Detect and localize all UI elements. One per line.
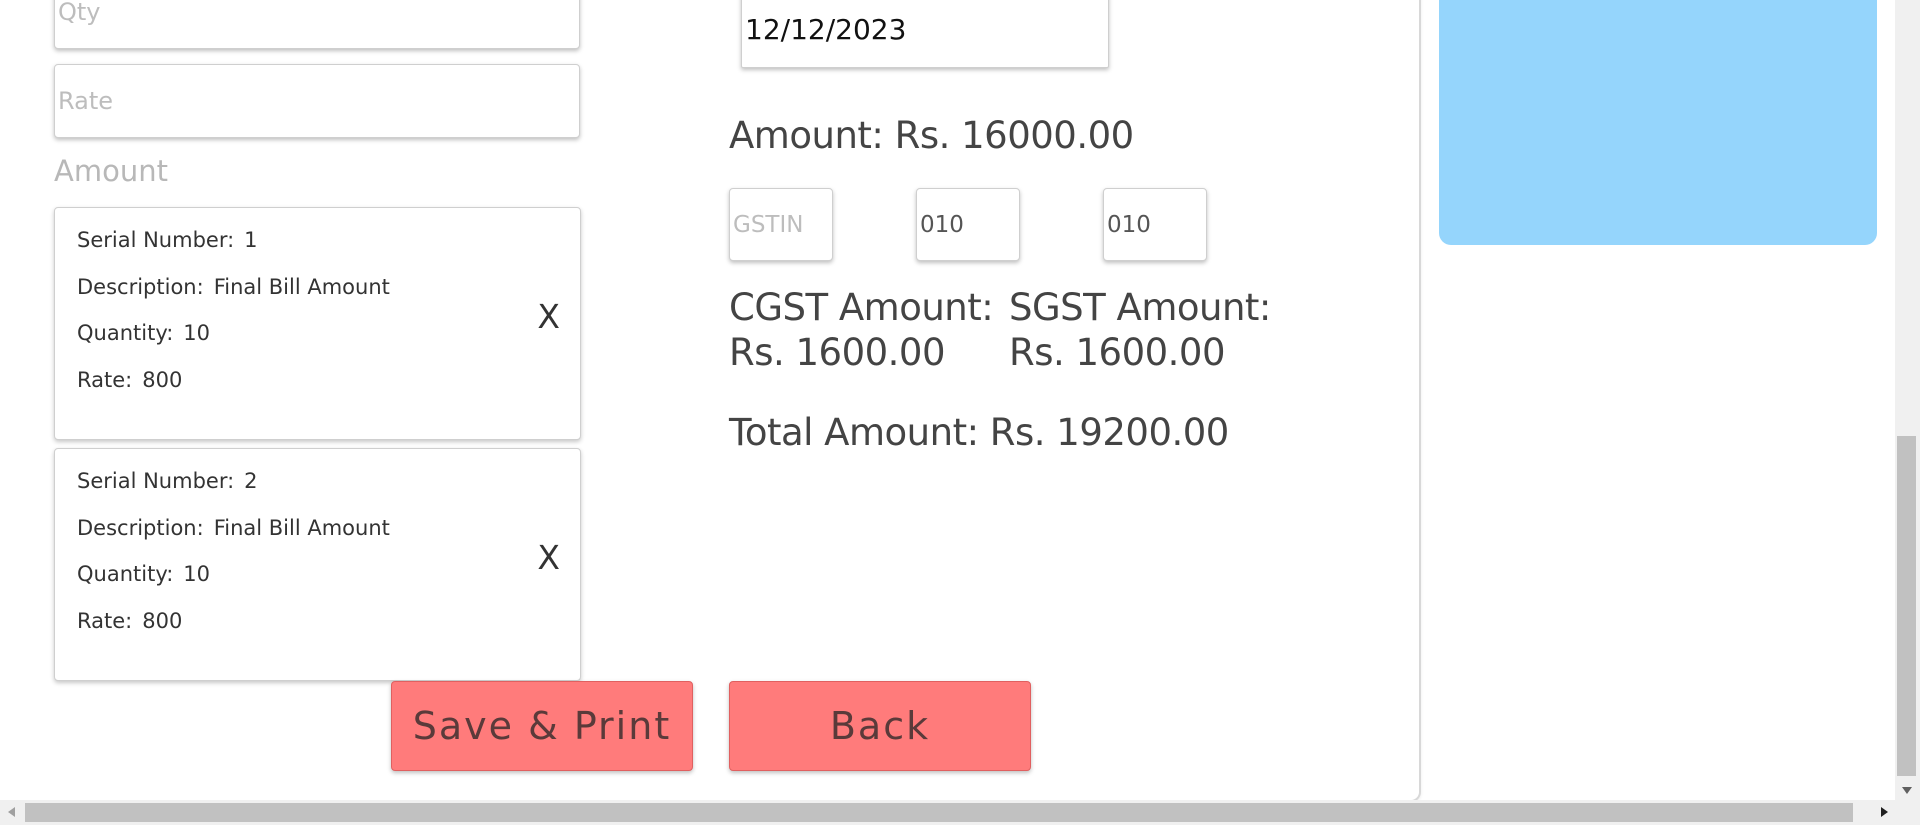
item-rate: Rate: 800	[77, 609, 182, 633]
description-label: Description:	[77, 516, 204, 540]
qty-input[interactable]	[54, 0, 580, 49]
scroll-right-arrow-icon[interactable]	[1881, 807, 1888, 817]
cgst-amount-label: CGST Amount:	[729, 286, 994, 329]
back-button[interactable]: Back	[729, 681, 1031, 771]
remove-item-button[interactable]: X	[537, 300, 560, 333]
item-card: Serial Number: 2 Description: Final Bill A…	[54, 448, 581, 681]
serial-value: 2	[244, 469, 258, 493]
sgst-amount-value: Rs. 1600.00	[1009, 331, 1226, 374]
gstin-input[interactable]	[729, 188, 833, 261]
sgst-amount-label: SGST Amount:	[1009, 286, 1271, 329]
rate-input[interactable]	[54, 64, 580, 138]
rate-label: Rate:	[77, 609, 133, 633]
rate-value: 800	[142, 609, 183, 633]
cgst-rate-input[interactable]	[916, 188, 1020, 261]
serial-label: Serial Number:	[77, 228, 235, 252]
item-card: Serial Number: 1 Description: Final Bill A…	[54, 207, 581, 440]
cgst-amount-value: Rs. 1600.00	[729, 331, 946, 374]
date-input[interactable]	[741, 0, 1109, 68]
quantity-label: Quantity:	[77, 562, 174, 586]
horizontal-scrollbar[interactable]	[0, 800, 1920, 825]
item-description: Description: Final Bill Amount	[77, 516, 390, 540]
serial-value: 1	[244, 228, 258, 252]
item-serial: Serial Number: 2	[77, 469, 258, 493]
total-amount: Total Amount: Rs. 19200.00	[729, 411, 1229, 454]
item-description: Description: Final Bill Amount	[77, 275, 390, 299]
item-rate: Rate: 800	[77, 368, 182, 392]
quantity-value: 10	[183, 321, 211, 345]
amount-display: Amount: Rs. 16000.00	[729, 114, 1134, 157]
item-serial: Serial Number: 1	[77, 228, 258, 252]
item-quantity: Quantity: 10	[77, 321, 210, 345]
description-value: Final Bill Amount	[213, 516, 390, 540]
vertical-scrollbar[interactable]	[1895, 0, 1920, 800]
vertical-scroll-thumb[interactable]	[1897, 436, 1916, 776]
quantity-value: 10	[183, 562, 211, 586]
quantity-label: Quantity:	[77, 321, 174, 345]
amount-label: Amount	[54, 154, 168, 188]
save-print-button[interactable]: Save & Print	[391, 681, 693, 771]
scroll-left-arrow-icon[interactable]	[8, 807, 15, 817]
rate-label: Rate:	[77, 368, 133, 392]
rate-value: 800	[142, 368, 183, 392]
description-label: Description:	[77, 275, 204, 299]
scroll-down-arrow-icon[interactable]	[1902, 787, 1912, 794]
side-panel	[1439, 0, 1877, 245]
serial-label: Serial Number:	[77, 469, 235, 493]
item-quantity: Quantity: 10	[77, 562, 210, 586]
horizontal-scroll-thumb[interactable]	[25, 803, 1853, 822]
sgst-rate-input[interactable]	[1103, 188, 1207, 261]
remove-item-button[interactable]: X	[537, 541, 560, 574]
description-value: Final Bill Amount	[213, 275, 390, 299]
